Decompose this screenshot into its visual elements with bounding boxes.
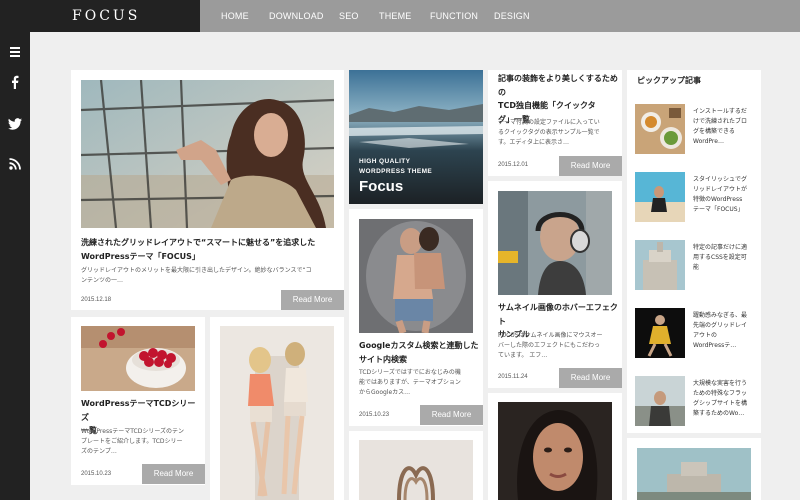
read-more-button[interactable]: Read More: [420, 405, 483, 425]
pickup-text[interactable]: 大規模な実害を行う: [693, 379, 757, 389]
post-card-image[interactable]: [627, 438, 761, 500]
post-excerpt: 能ではありますが、テーマオプション: [359, 379, 461, 386]
nav-function[interactable]: FUNCTION: [430, 0, 478, 32]
rss-icon[interactable]: [7, 156, 23, 172]
nav-home[interactable]: HOME: [221, 0, 249, 32]
facebook-icon[interactable]: [7, 74, 23, 90]
pickup-text[interactable]: 用するCSSを設定可: [693, 253, 757, 263]
pickup-text[interactable]: けで洗練されたブロ: [693, 117, 757, 127]
post-title[interactable]: WordPressテーマ「FOCUS」: [81, 250, 336, 264]
post-excerpt: プレートをご紹介します。TCDシリー: [81, 438, 183, 445]
read-more-button[interactable]: Read More: [281, 290, 344, 310]
read-more-button[interactable]: Read More: [142, 464, 205, 484]
pickup-text[interactable]: ための特殊なフラッ: [693, 389, 757, 399]
pickup-text[interactable]: WordPressテ…: [693, 341, 757, 351]
post-date: 2015.10.23: [359, 412, 390, 418]
hero-tagline: WORDPRESS THEME: [359, 168, 433, 175]
post-thumbnail[interactable]: [498, 191, 612, 295]
pickup-thumbnail[interactable]: [635, 172, 685, 222]
pickup-text[interactable]: インストールするだ: [693, 107, 757, 117]
pickup-text[interactable]: グシップサイトを構: [693, 399, 757, 409]
post-thumbnail[interactable]: [498, 402, 612, 500]
post-date: 2015.12.18: [81, 297, 112, 303]
nav-seo[interactable]: SEO: [339, 0, 359, 32]
post-excerpt: FOCUSはサムネイル画像にマウスオー: [498, 332, 603, 339]
post-excerpt: バーした際のエフェクトにもこだわっ: [498, 342, 601, 349]
post-title[interactable]: 洗練されたグリッドレイアウトで“スマートに魅せる”を追求した: [81, 236, 336, 250]
pickup-item[interactable]: 特定の記事だけに適 用するCSSを設定可 能: [635, 240, 761, 290]
pickup-text[interactable]: スタイリッシュでグ: [693, 175, 757, 185]
social-sidebar: [0, 32, 30, 500]
pickup-text[interactable]: 能: [693, 263, 757, 273]
read-more-button[interactable]: Read More: [559, 368, 622, 388]
post-excerpt: ています。 エフ…: [498, 352, 548, 359]
pickup-item[interactable]: スタイリッシュでグ リッドレイアウトが 特徴のWordPress テーマ「FOC…: [635, 172, 761, 222]
post-card-hover-effect[interactable]: サムネイル画像のホバーエフェクト サンプル FOCUSはサムネイル画像にマウスオ…: [488, 181, 622, 388]
pickup-thumbnail[interactable]: [635, 104, 685, 154]
post-date: 2015.11.24: [498, 374, 528, 380]
pickup-title: ピックアップ記事: [637, 76, 701, 85]
post-title[interactable]: 記事の装飾をより美しくするための: [498, 72, 620, 99]
post-title[interactable]: Googleカスタム検索と連動した: [359, 339, 481, 353]
post-excerpt: テーマ付属の設定ファイルに入ってい: [498, 119, 600, 126]
nav-design[interactable]: DESIGN: [494, 0, 530, 32]
post-card-google-search[interactable]: Googleカスタム検索と連動した サイト内検索 TCDシリーズではすでにおなじ…: [349, 209, 483, 426]
post-thumbnail[interactable]: [359, 440, 473, 500]
pickup-item[interactable]: 大規模な実害を行う ための特殊なフラッ グシップサイトを構 築するためのWo…: [635, 376, 761, 426]
pickup-item[interactable]: 躍動感みなぎる、最 先端のグリッドレイ アウトの WordPressテ…: [635, 308, 761, 358]
post-date: 2015.12.01: [498, 162, 529, 168]
nav-theme[interactable]: THEME: [379, 0, 412, 32]
read-more-button[interactable]: Read More: [559, 156, 622, 176]
post-thumbnail[interactable]: [359, 219, 473, 333]
post-card-image[interactable]: [488, 393, 622, 500]
hero-tagline: HIGH QUALITY: [359, 158, 411, 165]
post-title[interactable]: サムネイル画像のホバーエフェクト: [498, 301, 620, 328]
menu-icon[interactable]: [7, 44, 23, 60]
pickup-text[interactable]: グを構築できる: [693, 127, 757, 137]
post-excerpt: ンテンツの一…: [81, 277, 124, 284]
post-card-image[interactable]: [349, 431, 483, 500]
post-card-image[interactable]: [210, 317, 344, 500]
post-card-focus[interactable]: 洗練されたグリッドレイアウトで“スマートに魅せる”を追求した WordPress…: [71, 70, 344, 310]
pickup-text[interactable]: リッドレイアウトが: [693, 185, 757, 195]
pickup-text[interactable]: テーマ「FOCUS」: [693, 205, 757, 215]
post-excerpt: からGoogleカス…: [359, 389, 411, 396]
nav-download[interactable]: DOWNLOAD: [269, 0, 324, 32]
pickup-text[interactable]: WordPre…: [693, 137, 757, 147]
pickup-thumbnail[interactable]: [635, 308, 685, 358]
site-logo[interactable]: FOCUS: [0, 0, 200, 32]
post-thumbnail[interactable]: [637, 448, 751, 500]
post-excerpt: グリッドレイアウトのメリットを最大限に引き出したデザイン。絶妙なバランスで“コ: [81, 267, 312, 274]
pickup-text[interactable]: 特定の記事だけに適: [693, 243, 757, 253]
post-excerpt: す。エディタ上に表示さ…: [498, 139, 569, 146]
pickup-thumbnail[interactable]: [635, 376, 685, 426]
post-thumbnail[interactable]: [81, 80, 334, 228]
hero-title: Focus: [359, 178, 404, 195]
post-date: 2015.10.23: [81, 471, 112, 477]
twitter-icon[interactable]: [7, 116, 23, 132]
post-title[interactable]: TCD独自機能「クイックタ: [498, 99, 620, 113]
pickup-item[interactable]: インストールするだ けで洗練されたブロ グを構築できる WordPre…: [635, 104, 761, 154]
pickup-widget: ピックアップ記事 インストールするだ けで洗練されたブロ グを構築できる Wor…: [627, 70, 761, 433]
pickup-text[interactable]: 先端のグリッドレイ: [693, 321, 757, 331]
pickup-thumbnail[interactable]: [635, 240, 685, 290]
post-title[interactable]: サイト内検索: [359, 353, 481, 367]
pickup-text[interactable]: 躍動感みなぎる、最: [693, 311, 757, 321]
post-excerpt: TCDシリーズではすでにおなじみの機: [359, 369, 461, 376]
post-card-hero[interactable]: HIGH QUALITY WORDPRESS THEME Focus: [349, 70, 483, 204]
pickup-text[interactable]: アウトの: [693, 331, 757, 341]
post-title[interactable]: WordPressテーマTCDシリーズ: [81, 397, 199, 424]
post-excerpt: ズのテンプ…: [81, 448, 117, 455]
post-thumbnail[interactable]: [220, 326, 334, 500]
post-card-quicktag[interactable]: 記事の装飾をより美しくするための TCD独自機能「クイックタ グ」一覧 テーマ付…: [488, 70, 622, 176]
post-thumbnail[interactable]: [81, 326, 195, 391]
global-nav: HOME DOWNLOAD SEO THEME FUNCTION DESIGN: [200, 0, 800, 32]
post-excerpt: るクイックタグの表示サンプル一覧で: [498, 129, 600, 136]
post-card-tcd-series[interactable]: WordPressテーマTCDシリーズ 一覧 WordPressテーマTCDシリ…: [71, 317, 205, 485]
pickup-text[interactable]: 特徴のWordPress: [693, 195, 757, 205]
post-excerpt: WordPressテーマTCDシリーズのテン: [81, 428, 185, 435]
pickup-text[interactable]: 築するためのWo…: [693, 409, 757, 419]
